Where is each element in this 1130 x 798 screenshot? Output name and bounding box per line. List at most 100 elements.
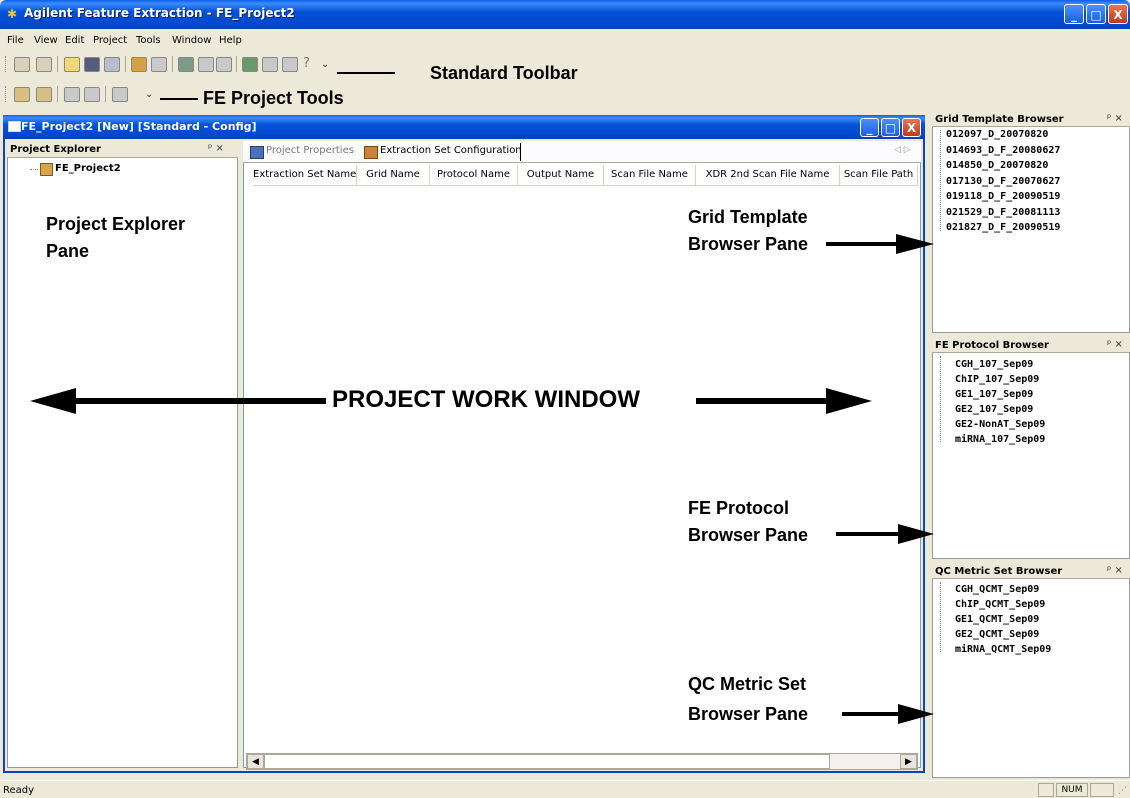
column-header-xdr-2nd-scan-file-name[interactable]: XDR 2nd Scan File Name [696,165,840,186]
resize-grip-icon[interactable]: ⋰ [1118,786,1127,796]
tab-scroll-arrows[interactable]: ◁ ▷ [894,145,911,155]
work-minimize-button[interactable]: _ [860,118,879,137]
menu-window[interactable]: Window [172,35,211,46]
grid-template-item[interactable]: 014693_D_F_20080627 [946,145,1060,156]
tree-connector [940,356,941,442]
column-header-protocol-name[interactable]: Protocol Name [430,165,518,186]
fe-project-tools-callout-line [160,98,198,100]
menu-tools[interactable]: Tools [136,35,161,46]
column-header-output-name[interactable]: Output Name [518,165,604,186]
grid-template-item[interactable]: 014850_D_20070820 [946,160,1048,171]
project-properties-icon [250,146,264,159]
maximize-button[interactable]: □ [1086,4,1106,24]
project-explorer-pane [7,141,238,768]
fe-protocol-item[interactable]: GE2_107_Sep09 [955,404,1033,415]
toolbar-overflow-icon[interactable]: ⌄ [321,59,329,70]
qc-metric-item[interactable]: ChIP_QCMT_Sep09 [955,599,1045,610]
extraction-icon[interactable] [131,57,147,72]
scrollbar-thumb[interactable] [264,754,830,769]
menu-edit[interactable]: Edit [65,35,84,46]
toolbar-overflow-icon[interactable]: ⌄ [145,89,153,100]
grid-template-browser-title: Grid Template Browser [935,114,1064,125]
status-indicator-num: NUM [1056,783,1088,797]
toolbar-grip[interactable] [5,56,8,72]
qc-edit-icon[interactable] [262,57,278,72]
grid-template-item[interactable]: 012097_D_20070820 [946,129,1048,140]
toolbar-separator [57,56,58,72]
project-explorer-callout-line1: Project Explorer [46,214,186,234]
qc-metric-callout-line1: QC Metric Set [688,674,807,694]
work-maximize-button[interactable]: □ [881,118,900,137]
fe-project-tools-toolbar: ⌄ [0,83,200,105]
new-item-icon[interactable] [36,57,52,72]
open-folder-icon[interactable] [64,57,80,72]
left-arrow-icon [30,388,326,414]
remove-extraction-icon[interactable] [36,87,52,102]
scroll-left-icon[interactable]: ◀ [247,754,264,769]
grid-template-item[interactable]: 017130_D_F_20070627 [946,176,1060,187]
close-button[interactable]: X [1108,4,1128,24]
column-header-scan-file-path[interactable]: Scan File Path [840,165,918,186]
project-explorer-pin-close[interactable]: ᵖ × [208,143,224,154]
save-all-icon[interactable] [104,57,120,72]
help-icon[interactable]: ? [303,56,310,71]
qc-metric-set-browser-pane [932,564,1130,778]
start-icon[interactable] [64,87,80,102]
save-icon[interactable] [84,57,100,72]
protocol-edit-icon[interactable] [198,57,214,72]
project-explorer-callout-line2: Pane [46,241,90,261]
protocol-icon[interactable] [178,57,194,72]
qc-copy-icon[interactable] [282,57,298,72]
tree-connector [940,130,941,231]
fe-project-tools-callout: FE Project Tools [203,88,344,108]
qc-metric-arrow [842,704,934,724]
fe-protocol-browser-title: FE Protocol Browser [935,340,1049,351]
fe-protocol-item[interactable]: GE1_107_Sep09 [955,389,1033,400]
grid-template-arrow [826,234,934,254]
work-close-button[interactable]: X [902,118,921,137]
menu-view[interactable]: View [34,35,58,46]
extraction-set-icon [364,146,378,159]
qc-metric-item[interactable]: GE2_QCMT_Sep09 [955,629,1039,640]
fe-protocol-item[interactable]: ChIP_107_Sep09 [955,374,1039,385]
column-header-extraction-set-name[interactable]: Extraction Set Name [253,165,357,186]
app-icon: ✱ [7,7,18,21]
protocol-copy-icon[interactable] [216,57,232,72]
qc-metric-item[interactable]: miRNA_QCMT_Sep09 [955,644,1051,655]
tab-project-properties[interactable]: Project Properties [266,145,354,156]
qc-metric-pin-close[interactable]: ᵖ × [1107,565,1123,576]
qc-metric-item[interactable]: GE1_QCMT_Sep09 [955,614,1039,625]
scroll-right-icon[interactable]: ▶ [900,754,917,769]
app-title: Agilent Feature Extraction - FE_Project2 [24,6,295,20]
menu-help[interactable]: Help [219,35,242,46]
grid-icon[interactable] [151,57,167,72]
add-extraction-icon[interactable] [14,87,30,102]
settings-icon[interactable] [112,87,128,102]
fe-protocol-item[interactable]: CGH_107_Sep09 [955,359,1033,370]
tree-connector [30,169,38,170]
fe-protocol-item[interactable]: GE2-NonAT_Sep09 [955,419,1045,430]
toolbar-separator [236,56,237,72]
fe-protocol-pin-close[interactable]: ᵖ × [1107,339,1123,350]
tree-connector [940,582,941,652]
tab-extraction-set-configuration[interactable]: Extraction Set Configuration [380,145,522,156]
qc-metric-icon[interactable] [242,57,258,72]
toolbar-separator [57,86,58,102]
column-header-grid-name[interactable]: Grid Name [357,165,430,186]
fe-protocol-item[interactable]: miRNA_107_Sep09 [955,434,1045,445]
grid-template-item[interactable]: 021827_D_F_20090519 [946,222,1060,233]
grid-template-item[interactable]: 021529_D_F_20081113 [946,207,1060,218]
grid-template-pin-close[interactable]: ᵖ × [1107,113,1123,124]
menu-file[interactable]: File [7,35,24,46]
grid-template-item[interactable]: 019118_D_F_20090519 [946,191,1060,202]
minimize-button[interactable]: _ [1064,4,1084,24]
qc-metric-item[interactable]: CGH_QCMT_Sep09 [955,584,1039,595]
project-tree-root[interactable]: FE_Project2 [55,163,121,174]
stop-icon[interactable] [84,87,100,102]
column-header-scan-file-name[interactable]: Scan File Name [604,165,696,186]
menu-project[interactable]: Project [93,35,127,46]
standard-toolbar-callout: Standard Toolbar [430,63,578,83]
new-project-icon[interactable] [14,57,30,72]
fe-protocol-arrow [836,524,934,544]
toolbar-grip[interactable] [5,86,8,102]
